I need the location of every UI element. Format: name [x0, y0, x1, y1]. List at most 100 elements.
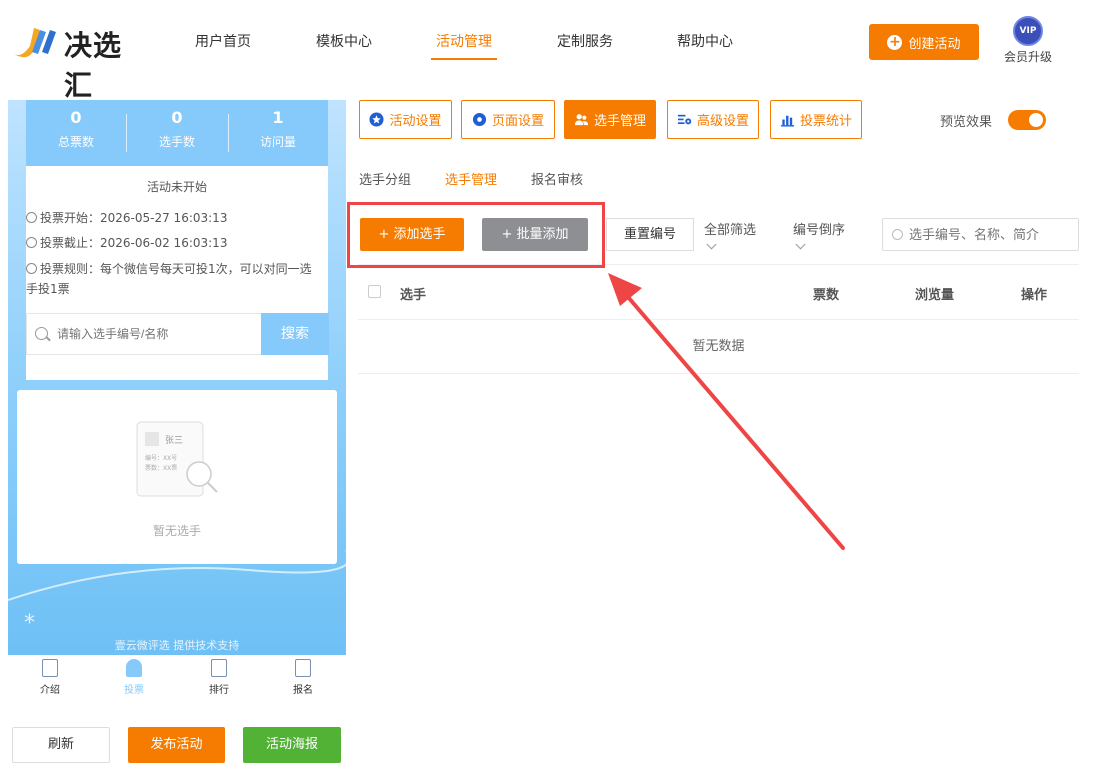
column-views: 浏览量 [915, 288, 955, 303]
activity-poster-button[interactable]: 活动海报 [243, 727, 341, 763]
mobile-preview: * 0 总票数 0 选手数 1 访问量 活动未开始 投票开始：2026-05-2… [8, 100, 346, 655]
activity-info-card: 活动未开始 投票开始：2026-05-27 16:03:13 投票截止：2026… [26, 166, 329, 380]
bottom-nav-label: 投票 [124, 685, 144, 696]
tech-support-text: 壹云微评选 提供技术支持 [114, 639, 240, 652]
search-icon [892, 229, 903, 240]
vote-rules-text: 投票规则：每个微信号每天可投1次，可以对同一选手投1票 [26, 262, 312, 296]
plus-circle-icon: + [887, 33, 903, 50]
logo-mark-icon [14, 28, 56, 58]
stat-visits: 1 访问量 [228, 100, 328, 166]
bottom-nav-label: 介绍 [40, 685, 60, 696]
preview-effect-label: 预览效果 [940, 115, 993, 130]
dropdown-label: 编号倒序 [793, 223, 846, 238]
player-filter-input[interactable] [909, 219, 1074, 250]
tab-player-management[interactable]: 选手管理 [564, 100, 656, 139]
tab-label: 高级设置 [696, 114, 749, 129]
stat-value: 1 [272, 108, 284, 127]
search-button[interactable]: 搜索 [261, 313, 329, 355]
user-icon [126, 659, 142, 677]
settings-list-icon [677, 114, 692, 125]
create-activity-label: 创建活动 [908, 36, 961, 52]
toggle-knob [1029, 113, 1043, 127]
nav-user-home[interactable]: 用户首页 [195, 32, 251, 60]
top-header: 决选汇 用户首页 模板中心 活动管理 定制服务 帮助中心 + 创建活动 VIP … [0, 0, 1096, 102]
logo[interactable]: 决选汇 [10, 22, 150, 102]
info-icon [26, 263, 37, 274]
tab-label: 页面设置 [491, 114, 544, 129]
create-activity-button[interactable]: + 创建活动 [869, 24, 979, 60]
subtab-player-groups[interactable]: 选手分组 [359, 169, 411, 188]
stat-label: 访问量 [259, 135, 296, 149]
tab-label: 投票统计 [799, 114, 852, 129]
subtab-player-management[interactable]: 选手管理 [445, 169, 497, 188]
vote-start-text: 投票开始：2026-05-27 16:03:13 [40, 211, 228, 225]
bottom-nav-label: 报名 [293, 685, 313, 696]
publish-activity-button[interactable]: 发布活动 [128, 727, 225, 763]
stat-label: 选手数 [158, 135, 195, 149]
vip-upgrade[interactable]: VIP 会员升级 [998, 16, 1058, 68]
empty-players-text: 暂无选手 [152, 524, 201, 538]
dropdown-label: 全部筛选 [704, 223, 757, 238]
empty-players-card: 张三 编号：XX号 票数：XX票 暂无选手 [17, 390, 337, 564]
bottom-nav-ranking[interactable]: 排行 [189, 659, 249, 696]
svg-text:*: * [24, 611, 35, 636]
column-actions: 操作 [1021, 288, 1048, 303]
select-all-checkbox[interactable] [368, 285, 381, 298]
vip-badge-icon: VIP [1013, 16, 1043, 46]
illus-votes-line: 票数：XX票 [145, 464, 177, 472]
gear-icon [472, 112, 487, 127]
users-icon [574, 114, 589, 126]
sort-desc-dropdown[interactable]: 编号倒序 [793, 219, 846, 250]
logo-text: 决选汇 [64, 29, 123, 102]
stat-value: 0 [171, 108, 183, 127]
vote-rules-row: 投票规则：每个微信号每天可投1次，可以对同一选手投1票 [26, 259, 321, 299]
chevron-down-icon [795, 239, 806, 250]
star-circle-icon [369, 112, 385, 127]
bottom-nav-signup[interactable]: 报名 [273, 659, 333, 696]
tab-advanced-settings[interactable]: 高级设置 [667, 100, 759, 139]
bottom-nav-vote[interactable]: 投票 [104, 659, 164, 696]
vote-end-row: 投票截止：2026-06-02 16:03:13 [26, 233, 321, 253]
clock-icon [26, 212, 37, 223]
player-table-header: 选手 票数 浏览量 操作 [358, 264, 1079, 320]
tab-vote-statistics[interactable]: 投票统计 [770, 100, 862, 139]
bar-chart-icon [211, 659, 227, 677]
highlight-box [347, 202, 605, 268]
reset-numbers-button[interactable]: 重置编号 [606, 218, 694, 251]
column-player: 选手 [400, 288, 427, 303]
clock-icon [26, 237, 37, 248]
activity-status: 活动未开始 [146, 180, 207, 194]
nav-custom-service[interactable]: 定制服务 [557, 32, 613, 60]
bar-chart-icon [780, 115, 795, 127]
illus-name: 张三 [165, 435, 183, 446]
preview-effect-toggle[interactable] [1008, 110, 1046, 130]
vote-end-text: 投票截止：2026-06-02 16:03:13 [40, 236, 228, 250]
intro-icon [42, 659, 58, 677]
nav-template-center[interactable]: 模板中心 [316, 32, 372, 60]
tab-page-settings[interactable]: 页面设置 [461, 100, 555, 139]
bottom-nav-label: 排行 [209, 685, 229, 696]
nav-activity-management[interactable]: 活动管理 [431, 32, 497, 60]
refresh-button[interactable]: 刷新 [12, 727, 110, 763]
vip-upgrade-label: 会员升级 [1003, 50, 1052, 64]
filter-all-dropdown[interactable]: 全部筛选 [704, 219, 757, 250]
player-search-box: 搜索 [26, 313, 329, 355]
stat-players: 0 选手数 [127, 100, 227, 166]
tab-label: 选手管理 [593, 114, 646, 129]
empty-document-icon: 张三 编号：XX号 票数：XX票 [136, 421, 218, 497]
player-filter-search [882, 218, 1079, 251]
stat-label: 总票数 [57, 135, 94, 149]
nav-help-center[interactable]: 帮助中心 [677, 32, 733, 60]
preview-bottom-nav: 介绍 投票 排行 报名 [8, 655, 346, 701]
column-votes: 票数 [813, 288, 840, 303]
subtab-signup-review[interactable]: 报名审核 [531, 169, 583, 188]
chevron-down-icon [706, 239, 717, 250]
stats-bar: 0 总票数 0 选手数 1 访问量 [26, 100, 328, 166]
tab-activity-settings[interactable]: 活动设置 [359, 100, 452, 139]
player-search-input[interactable] [27, 314, 261, 354]
signup-icon [295, 659, 311, 677]
bottom-nav-intro[interactable]: 介绍 [20, 659, 80, 696]
table-empty-row: 暂无数据 [358, 320, 1079, 374]
tab-label: 活动设置 [389, 114, 442, 129]
stat-value: 0 [70, 108, 82, 127]
